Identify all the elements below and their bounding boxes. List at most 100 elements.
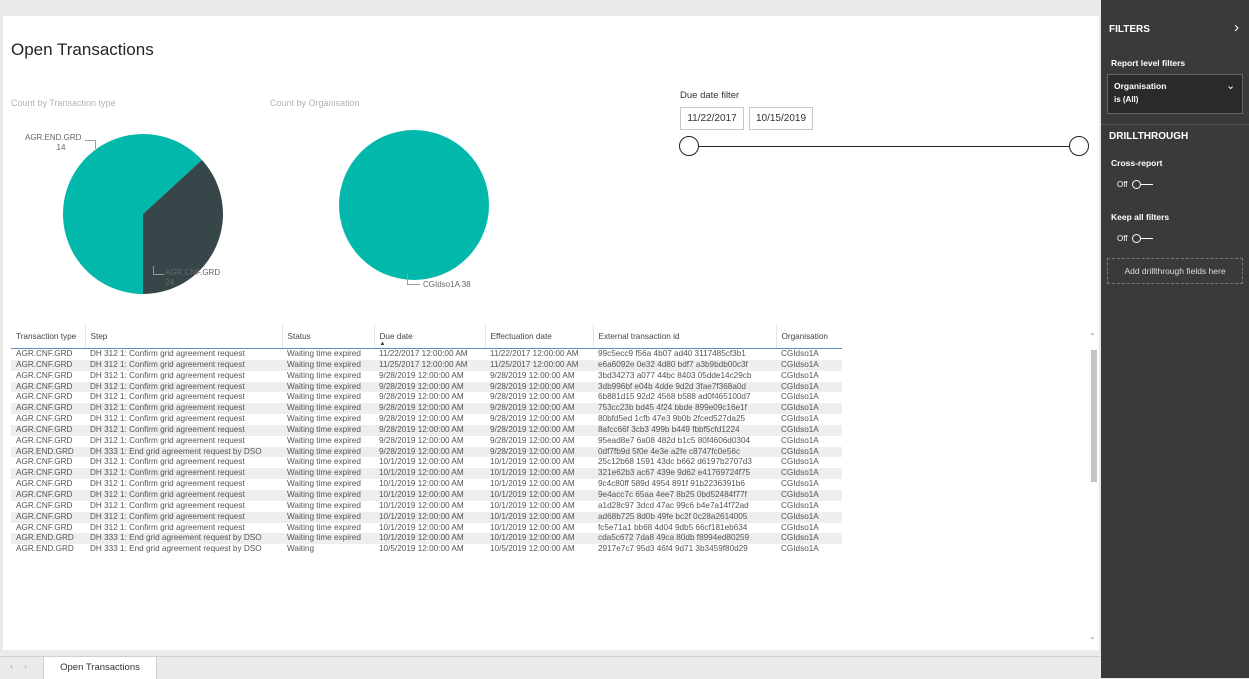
drillthrough-title: DRILLTHROUGH <box>1109 131 1189 142</box>
date-slider-end-handle[interactable] <box>1069 136 1089 156</box>
scroll-up-icon[interactable]: ⌃ <box>1089 332 1096 341</box>
pie-slice-cgidso1a[interactable] <box>339 130 489 280</box>
keep-all-filters-state: Off <box>1117 234 1128 243</box>
table-row[interactable]: AGR.CNF.GRD DH 312 1: Confirm grid agreem… <box>11 349 842 360</box>
table-cell: CGIdso1A <box>776 424 842 436</box>
date-slicer-title: Due date filter <box>680 90 740 101</box>
drillthrough-drop-zone[interactable]: Add drillthrough fields here <box>1107 258 1243 284</box>
type-leader-end <box>85 140 96 149</box>
table-cell: 11/25/2017 12:00:00 AM <box>485 359 593 371</box>
column-header[interactable]: Status <box>281 324 374 349</box>
column-header[interactable]: Effectuation date <box>484 324 593 349</box>
table-cell: 8afcc66f 3cb3 499b b449 fbbf5cfd1224 <box>593 424 776 436</box>
tab-open-transactions[interactable]: Open Transactions <box>43 657 157 679</box>
table-cell: AGR.CNF.GRD <box>11 468 85 480</box>
table-cell: CGIdso1A <box>776 381 842 393</box>
table-row[interactable]: AGR.CNF.GRD DH 312 1: Confirm grid agreem… <box>11 414 842 425</box>
toggle-knob-icon <box>1131 234 1141 244</box>
table-cell: Waiting time expired <box>282 489 374 501</box>
table-row[interactable]: AGR.CNF.GRD DH 312 1: Confirm grid agreem… <box>11 403 842 415</box>
table-cell: 10/1/2019 12:00:00 AM <box>374 468 485 480</box>
table-cell: DH 333 1: End grid agreement request by … <box>90 544 262 554</box>
table-cell: 9/28/2019 12:00:00 AM <box>379 370 464 380</box>
filters-title: FILTERS <box>1109 24 1150 35</box>
type-chart-title: Count by Transaction type <box>11 98 116 108</box>
table-cell: CGIdso1A <box>776 489 842 501</box>
table-cell: 321e62b3 ac67 439e 9d62 e41769724f75 <box>593 468 776 480</box>
table-cell: Waiting time expired <box>287 435 361 445</box>
table-cell: Waiting time expired <box>287 349 361 358</box>
table-cell: 9/28/2019 12:00:00 AM <box>374 424 485 436</box>
table-row[interactable]: AGR.CNF.GRD DH 312 1: Confirm grid agreem… <box>11 424 842 436</box>
tab-prev-icon[interactable]: ‹ <box>10 661 13 671</box>
scroll-down-icon[interactable]: ⌄ <box>1089 632 1096 641</box>
chevron-down-icon[interactable]: ⌄ <box>1226 79 1235 92</box>
table-row[interactable]: AGR.CNF.GRD DH 312 1: Confirm grid agreem… <box>11 457 842 468</box>
table-cell: CGIdso1A <box>776 446 842 458</box>
table-cell: Waiting time expired <box>282 403 374 415</box>
table-cell: ad68b725 8d0b 49fe bc2f 0c28a2614005 <box>593 511 776 523</box>
table-row[interactable]: AGR.CNF.GRD DH 312 1: Confirm grid agreem… <box>11 371 842 382</box>
column-header[interactable]: External transaction id <box>592 324 776 349</box>
org-chart-title: Count by Organisation <box>270 98 360 108</box>
table-row[interactable]: AGR.CNF.GRD DH 312 1: Confirm grid agreem… <box>11 392 842 403</box>
table-cell: AGR.END.GRD <box>11 533 85 545</box>
keep-all-filters-label: Keep all filters <box>1111 212 1170 222</box>
filter-field-value: is (All) <box>1114 95 1139 104</box>
type-label-cnf-name: AGR.CNF.GRD <box>165 268 221 277</box>
table-row[interactable]: AGR.CNF.GRD DH 312 1: Confirm grid agreem… <box>11 359 842 371</box>
table-row[interactable]: AGR.CNF.GRD DH 312 1: Confirm grid agreem… <box>11 479 842 490</box>
table-cell: 9/28/2019 12:00:00 AM <box>374 446 485 458</box>
table-cell: AGR.CNF.GRD <box>16 522 73 532</box>
table-cell: cda5c672 7da8 49ca 80db f8994ed80259 <box>593 533 776 545</box>
table-row[interactable]: AGR.CNF.GRD DH 312 1: Confirm grid agreem… <box>11 489 842 501</box>
table-row[interactable]: AGR.END.GRD DH 333 1: End grid agreement … <box>11 544 842 555</box>
table-row[interactable]: AGR.END.GRD DH 333 1: End grid agreement … <box>11 446 842 458</box>
table-row[interactable]: AGR.CNF.GRD DH 312 1: Confirm grid agreem… <box>11 523 842 534</box>
cross-report-state: Off <box>1117 180 1128 189</box>
table-cell: Waiting time expired <box>287 457 361 467</box>
table-cell: e6a6092e 0e32 4d80 bdf7 a3b9bdb00c3f <box>593 359 776 371</box>
table-cell: 99c5ecc9 f56a 4b07 ad40 3117485cf3b1 <box>598 349 746 358</box>
collapse-pane-icon[interactable]: › <box>1234 19 1239 36</box>
column-header[interactable]: Transaction type <box>11 324 85 349</box>
table-cell: DH 312 1: Confirm grid agreement request <box>85 359 282 371</box>
table-cell: 10/1/2019 12:00:00 AM <box>374 511 485 523</box>
table-cell: Waiting time expired <box>282 359 374 371</box>
toggle-track <box>1140 184 1153 186</box>
column-header[interactable]: Step <box>84 324 282 349</box>
end-date-input[interactable]: 10/15/2019 <box>749 107 813 130</box>
table-cell: 9/28/2019 12:00:00 AM <box>374 381 485 393</box>
column-header[interactable]: Organisation <box>775 324 842 349</box>
table-row[interactable]: AGR.END.GRD DH 333 1: End grid agreement … <box>11 533 842 545</box>
date-slider-start-handle[interactable] <box>679 136 699 156</box>
table-cell: 3bd34273 a077 44bc 8403 05dde14c29cb <box>598 370 752 380</box>
table-row[interactable]: AGR.CNF.GRD DH 312 1: Confirm grid agreem… <box>11 511 842 523</box>
table-cell: 80bfd5ed 1cfb 47e3 9b0b 2fced527da25 <box>598 414 746 424</box>
table-cell: CGIdso1A <box>776 468 842 480</box>
tab-next-icon[interactable]: › <box>24 661 27 671</box>
report-level-filters-label: Report level filters <box>1111 58 1186 68</box>
table-cell: 3db996bf e04b 4dde 9d2d 3fae7f368a0d <box>593 381 776 393</box>
table-row[interactable]: AGR.CNF.GRD DH 312 1: Confirm grid agreem… <box>11 381 842 393</box>
table-cell: AGR.CNF.GRD <box>16 349 73 358</box>
table-cell: 9/28/2019 12:00:00 AM <box>485 446 593 458</box>
table-cell: DH 312 1: Confirm grid agreement request <box>90 392 245 402</box>
cross-report-toggle[interactable]: Off <box>1117 180 1153 190</box>
table-scrollbar[interactable]: ⌃ ⌄ <box>1088 326 1100 648</box>
date-slider-track[interactable] <box>689 146 1083 147</box>
table-row[interactable]: AGR.CNF.GRD DH 312 1: Confirm grid agreem… <box>11 501 842 512</box>
column-header[interactable]: Due date ▲ <box>373 324 485 349</box>
keep-all-filters-toggle[interactable]: Off <box>1117 234 1153 244</box>
table-cell: 9/28/2019 12:00:00 AM <box>485 381 593 393</box>
organisation-filter-card[interactable]: Organisation is (All) ⌄ <box>1107 74 1243 114</box>
table-cell: AGR.CNF.GRD <box>11 381 85 393</box>
table-row[interactable]: AGR.CNF.GRD DH 312 1: Confirm grid agreem… <box>11 468 842 480</box>
start-date-input[interactable]: 11/22/2017 <box>680 107 744 130</box>
table-row[interactable]: AGR.CNF.GRD DH 312 1: Confirm grid agreem… <box>11 436 842 447</box>
table-cell: CGIdso1A <box>781 435 819 445</box>
type-label-end: AGR.END.GRD 14 <box>25 133 81 153</box>
table-cell: fc5e71a1 bb68 4d04 9db5 66cf181eb634 <box>598 522 748 532</box>
table-cell: DH 312 1: Confirm grid agreement request <box>90 500 245 510</box>
scroll-thumb[interactable] <box>1091 350 1097 482</box>
